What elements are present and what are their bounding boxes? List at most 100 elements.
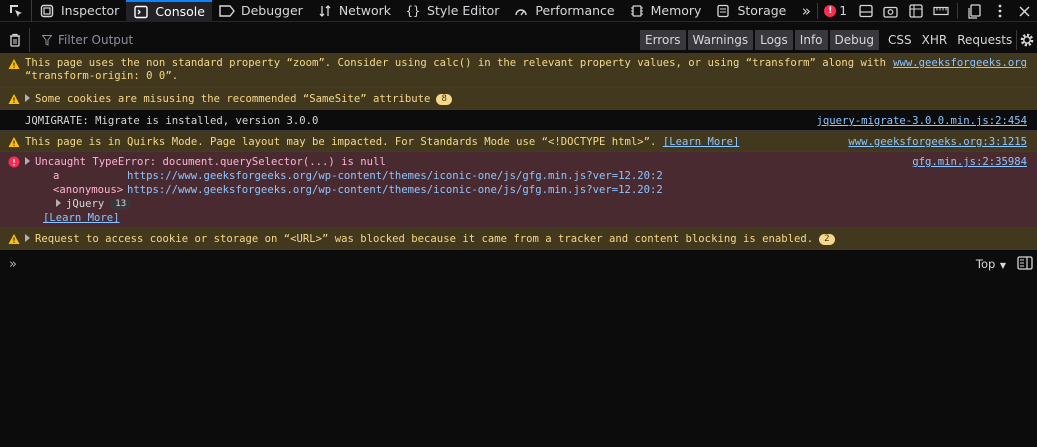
filter-output-input[interactable]: Filter Output	[30, 29, 630, 51]
filter-icon	[42, 34, 52, 46]
clear-console-button[interactable]	[0, 28, 30, 52]
tab-console-label: Console	[155, 4, 205, 19]
context-selector[interactable]: Top ▼	[976, 257, 1006, 271]
console-output: This page uses the non standard property…	[0, 53, 1037, 250]
toolbar-divider	[957, 3, 958, 19]
context-selector-label: Top	[975, 257, 996, 271]
warning-icon	[8, 234, 20, 244]
grid-icon	[908, 4, 923, 18]
split-console-icon	[858, 4, 873, 18]
learn-more-link[interactable]: [Learn More]	[663, 136, 740, 148]
expand-arrow-icon[interactable]	[25, 234, 30, 242]
storage-icon	[715, 4, 731, 18]
log-level-filters: Errors Warnings Logs Info Debug	[640, 30, 879, 50]
filter-debug-button[interactable]: Debug	[829, 30, 879, 50]
filter-logs-button[interactable]: Logs	[755, 30, 793, 50]
devtools-tabbar: Inspector Console Debugger Network {} St…	[0, 0, 1037, 22]
expand-arrow-icon[interactable]	[56, 199, 61, 207]
tab-inspector[interactable]: Inspector	[32, 0, 126, 22]
inspector-icon	[39, 4, 55, 18]
filter-css-button[interactable]: CSS	[883, 30, 917, 50]
tab-network[interactable]: Network	[310, 0, 398, 22]
message-source-link[interactable]: www.geeksforgeeks.org	[893, 57, 1027, 70]
message-body: JQMIGRATE: Migrate is installed, version…	[25, 115, 319, 127]
console-icon	[133, 5, 149, 19]
warning-icon	[8, 59, 20, 69]
style-editor-icon: {}	[405, 3, 421, 18]
message-source-link[interactable]: www.geeksforgeeks.org:3:1215	[848, 136, 1027, 149]
tab-storage-label: Storage	[737, 3, 787, 18]
tab-debugger-label: Debugger	[240, 3, 303, 18]
console-message-warning-group[interactable]: Some cookies are misusing the recommende…	[0, 88, 1037, 110]
filter-requests-button[interactable]: Requests	[952, 30, 1017, 50]
filter-placeholder: Filter Output	[58, 33, 134, 47]
chevron-down-icon: ▼	[997, 261, 1006, 270]
performance-icon	[513, 4, 529, 18]
message-body: Uncaught TypeError: document.querySelect…	[35, 156, 386, 168]
filter-warnings-button[interactable]: Warnings	[687, 30, 754, 50]
message-source-link[interactable]: gfg.min.js:2:35984	[912, 156, 1027, 169]
message-body: This page is in Quirks Mode. Page layout…	[25, 136, 657, 148]
filter-errors-button[interactable]: Errors	[640, 30, 686, 50]
tab-overflow-button[interactable]: »	[795, 0, 817, 22]
screenshot-button[interactable]	[878, 0, 903, 22]
message-text: Some cookies are misusing the recommende…	[25, 93, 452, 106]
error-icon	[8, 156, 20, 168]
message-line-1: This page uses the non standard property…	[25, 57, 887, 69]
tab-debugger[interactable]: Debugger	[212, 0, 310, 22]
tab-performance[interactable]: Performance	[506, 0, 621, 22]
console-message-warning-group[interactable]: Request to access cookie or storage on “…	[0, 228, 1037, 250]
stack-frame-function: a	[53, 170, 60, 182]
stack-group-count-badge: 13	[110, 199, 132, 210]
filter-info-button[interactable]: Info	[794, 30, 828, 50]
element-picker-icon	[9, 4, 22, 17]
gear-icon	[1020, 33, 1033, 47]
dock-button[interactable]	[962, 0, 987, 22]
message-text: This page uses the non standard property…	[25, 57, 886, 83]
message-line-2: “transform-origin: 0 0”.	[25, 70, 179, 82]
network-filters: CSS XHR Requests	[883, 30, 1017, 50]
console-message-error: Uncaught TypeError: document.querySelect…	[0, 152, 1037, 228]
console-message-warning: This page uses the non standard property…	[0, 53, 1037, 88]
tab-network-label: Network	[338, 3, 392, 18]
tab-memory-label: Memory	[650, 3, 702, 18]
stack-frame-group[interactable]: jQuery 13	[56, 198, 132, 211]
tab-console[interactable]: Console	[126, 0, 212, 22]
element-picker-button[interactable]	[0, 0, 32, 22]
paint-flashing-button[interactable]	[903, 0, 928, 22]
tab-style-editor-label: Style Editor	[427, 3, 500, 18]
stack-frame-url[interactable]: https://www.geeksforgeeks.org/wp-content…	[127, 184, 663, 197]
tab-memory[interactable]: Memory	[622, 0, 709, 22]
message-source-link[interactable]: jquery-migrate-3.0.0.min.js:2:454	[817, 115, 1027, 128]
repeat-count-badge: 8	[436, 94, 452, 105]
tab-style-editor[interactable]: {} Style Editor	[398, 0, 506, 22]
warning-icon	[8, 137, 20, 147]
split-console-button[interactable]	[853, 0, 878, 22]
dock-icon	[967, 3, 981, 19]
stack-group-label: jQuery	[66, 198, 105, 210]
warning-icon	[8, 94, 20, 104]
debugger-icon	[219, 4, 235, 18]
console-message-log: JQMIGRATE: Migrate is installed, version…	[0, 110, 1037, 131]
stack-frame-function: <anonymous>	[53, 184, 124, 196]
network-icon	[317, 4, 333, 18]
console-settings-button[interactable]	[1016, 30, 1036, 50]
toolbox-controls: ! 1	[817, 0, 1037, 22]
console-input[interactable]: » Top ▼	[0, 254, 1037, 274]
filter-xhr-button[interactable]: XHR	[917, 30, 953, 50]
stack-frame-url[interactable]: https://www.geeksforgeeks.org/wp-content…	[127, 170, 663, 183]
filter-divider	[874, 32, 875, 48]
expand-arrow-icon[interactable]	[25, 157, 30, 165]
close-toolbox-button[interactable]	[1012, 0, 1037, 22]
learn-more-wrapper: [Learn More]	[43, 212, 120, 225]
prompt-chevron-icon: »	[9, 257, 17, 272]
expand-arrow-icon[interactable]	[25, 94, 30, 102]
more-options-button[interactable]	[987, 0, 1012, 22]
learn-more-link[interactable]: [Learn More]	[43, 212, 120, 224]
measure-button[interactable]	[928, 0, 953, 22]
sidebar-toggle-icon[interactable]	[1017, 256, 1033, 270]
message-text: Uncaught TypeError: document.querySelect…	[25, 156, 386, 169]
error-count-button[interactable]: ! 1	[817, 3, 853, 19]
memory-icon	[629, 4, 645, 18]
tab-storage[interactable]: Storage	[708, 0, 793, 22]
